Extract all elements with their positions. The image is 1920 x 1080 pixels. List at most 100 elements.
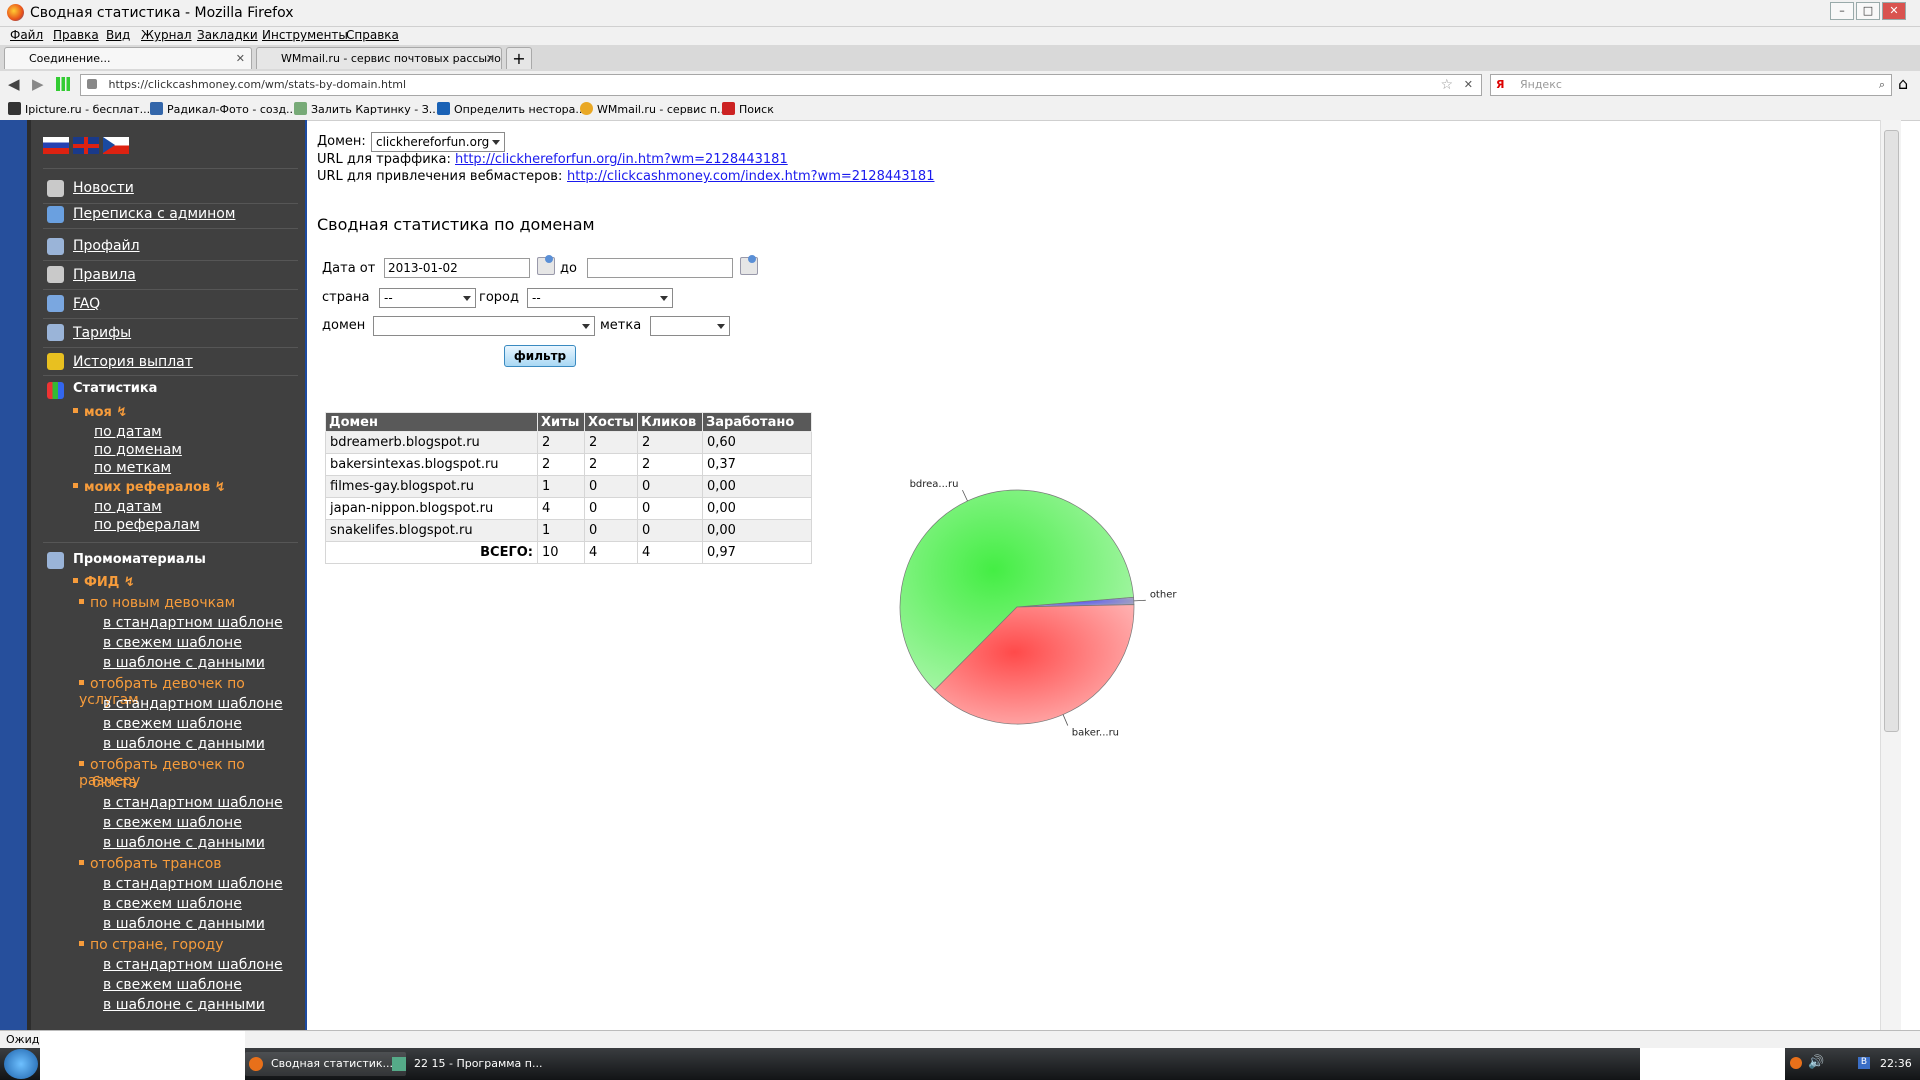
cell-hosts: 0	[584, 519, 638, 542]
menu-file[interactable]: Файл	[10, 28, 43, 42]
feed-link[interactable]: в свежем шаблоне	[103, 635, 242, 651]
title-bar: Сводная статистика - Mozilla Firefox – □…	[0, 0, 1920, 27]
menu-edit[interactable]: Правка	[53, 28, 99, 42]
nav-faq[interactable]: FAQ	[73, 296, 100, 312]
feed-link[interactable]: в шаблоне с данными	[103, 655, 265, 671]
feed-link[interactable]: в шаблоне с данными	[103, 916, 265, 932]
refs-by-dates[interactable]: по датам	[94, 499, 162, 515]
bookmark-label: WMmail.ru - сервис п...	[597, 103, 728, 116]
feed-link[interactable]: в свежем шаблоне	[103, 977, 242, 993]
cell-clicks: 0	[636, 475, 703, 498]
calendar-icon[interactable]	[537, 255, 555, 275]
feed-link[interactable]: в стандартном шаблоне	[103, 876, 283, 892]
menu-bookmarks[interactable]: Закладки	[197, 28, 258, 42]
tray-firefox-icon[interactable]	[1790, 1057, 1802, 1069]
feed-link[interactable]: в свежем шаблоне	[103, 815, 242, 831]
my-by-tags[interactable]: по меткам	[94, 460, 171, 476]
close-tab-icon[interactable]: ✕	[486, 48, 495, 69]
feed-link[interactable]: в стандартном шаблоне	[103, 957, 283, 973]
stats-referrals[interactable]: моих рефералов ↯	[73, 480, 226, 495]
taskbar-item-program[interactable]: 22 15 - Программа п...	[388, 1052, 549, 1076]
feed-link[interactable]: в свежем шаблоне	[103, 896, 242, 912]
cell-hits: 1	[537, 519, 585, 542]
nav-tariffs[interactable]: Тарифы	[73, 325, 131, 341]
pie-label-line	[1133, 599, 1146, 602]
promo-feed[interactable]: ФИД ↯	[73, 575, 135, 590]
vk-icon[interactable]: B	[1858, 1057, 1870, 1069]
bookmark-item[interactable]: Определить несторa...	[437, 102, 586, 116]
column-header[interactable]: Заработано	[701, 412, 812, 432]
search-input[interactable]: Я Яндекс ⌕	[1490, 74, 1892, 96]
stats-my[interactable]: моя ↯	[73, 405, 127, 420]
column-header[interactable]: Домен	[325, 412, 538, 432]
feed-link[interactable]: в стандартном шаблоне	[103, 795, 283, 811]
bookmark-label: Ipicture.ru - бесплат...	[25, 103, 151, 116]
column-header[interactable]: Кликов	[636, 412, 703, 432]
feed-link[interactable]: в стандартном шаблоне	[103, 696, 283, 712]
nav-rules[interactable]: Правила	[73, 267, 136, 283]
date-from-input[interactable]: 2013-01-02	[384, 258, 530, 278]
tag-select[interactable]	[650, 316, 730, 336]
flag-cz-icon[interactable]	[103, 137, 129, 154]
feed-group-title[interactable]: отобрать трансов	[79, 856, 222, 872]
country-select[interactable]: --	[379, 288, 476, 308]
my-by-dates[interactable]: по датам	[94, 424, 162, 440]
nav-profile[interactable]: Профайл	[73, 238, 140, 254]
bookmark-item[interactable]: Залить Картинку - З...	[294, 102, 439, 116]
tab-wmmail[interactable]: WMmail.ru - сервис почтовых рассылок... …	[256, 47, 502, 69]
taskbar-item-firefox[interactable]: Сводная статистик...	[245, 1052, 406, 1076]
column-header[interactable]: Хосты	[584, 412, 638, 432]
menu-tools[interactable]: Инструменты	[262, 28, 348, 42]
refs-by-referrals[interactable]: по рефералам	[94, 517, 200, 533]
home-icon[interactable]: ⌂	[1898, 74, 1908, 93]
bookmark-item[interactable]: Поиск	[722, 102, 774, 116]
calendar-icon[interactable]	[740, 255, 758, 275]
city-select[interactable]: --	[527, 288, 673, 308]
domain-select[interactable]: clickhereforfun.org	[371, 132, 505, 152]
start-button[interactable]	[4, 1049, 38, 1079]
bookmark-item[interactable]: Ipicture.ru - бесплат...	[8, 102, 150, 116]
feed-group-title[interactable]: по стране, городу	[79, 937, 224, 953]
feed-link[interactable]: в стандартном шаблоне	[103, 615, 283, 631]
date-to-input[interactable]	[587, 258, 733, 278]
menu-view[interactable]: Вид	[106, 28, 130, 42]
forward-icon[interactable]: ▶	[32, 75, 44, 93]
menu-help[interactable]: Справка	[346, 28, 399, 42]
address-bar[interactable]: https://clickcashmoney.com/wm/stats-by-d…	[80, 74, 1482, 96]
chevron-down-icon	[463, 296, 471, 301]
group-label: отобрать трансов	[90, 856, 222, 872]
feed-link[interactable]: в шаблоне с данными	[103, 997, 265, 1013]
stop-icon[interactable]: ✕	[1464, 75, 1473, 95]
tab-active[interactable]: Соединение... ✕	[4, 47, 252, 69]
traffic-url-link[interactable]: http://clickhereforfun.org/in.htm?wm=212…	[455, 152, 788, 167]
new-tab-button[interactable]: +	[506, 47, 532, 69]
webmasters-url-link[interactable]: http://clickcashmoney.com/index.htm?wm=2…	[567, 169, 934, 184]
minimize-button[interactable]: –	[1830, 2, 1854, 20]
feed-group-title[interactable]: по новым девочкам	[79, 595, 235, 611]
search-icon[interactable]: ⌕	[1879, 75, 1885, 95]
scrollbar-thumb[interactable]	[1884, 130, 1899, 732]
volume-icon[interactable]: 🔊	[1808, 1055, 1824, 1070]
column-header[interactable]: Хиты	[537, 412, 585, 432]
bookmark-item[interactable]: Радикал-Фото - созд...	[150, 102, 297, 116]
star-icon[interactable]: ☆	[1440, 75, 1453, 95]
maximize-button[interactable]: □	[1856, 2, 1880, 20]
feed-link[interactable]: в шаблоне с данными	[103, 835, 265, 851]
bookmark-item[interactable]: WMmail.ru - сервис п...	[580, 102, 728, 116]
feed-group-title-cont[interactable]: бюста	[92, 775, 137, 791]
back-icon[interactable]: ◀	[8, 75, 20, 93]
menu-history[interactable]: Журнал	[141, 28, 192, 42]
nav-payouts[interactable]: История выплат	[73, 354, 193, 370]
nav-news[interactable]: Новости	[73, 180, 134, 196]
feed-link[interactable]: в свежем шаблоне	[103, 716, 242, 732]
domain-filter-select[interactable]	[373, 316, 595, 336]
nav-messages[interactable]: Переписка с админом	[73, 206, 235, 222]
flag-ru-icon[interactable]	[43, 137, 69, 154]
filter-button[interactable]: фильтр	[504, 345, 576, 367]
close-tab-icon[interactable]: ✕	[236, 48, 245, 69]
feed-link[interactable]: в шаблоне с данными	[103, 736, 265, 752]
my-by-domains[interactable]: по доменам	[94, 442, 182, 458]
flag-uk-icon[interactable]	[73, 137, 99, 154]
stats-table: Домен Хиты Хосты Кликов Заработано bdrea…	[325, 412, 812, 564]
close-button[interactable]: ✕	[1882, 2, 1906, 20]
